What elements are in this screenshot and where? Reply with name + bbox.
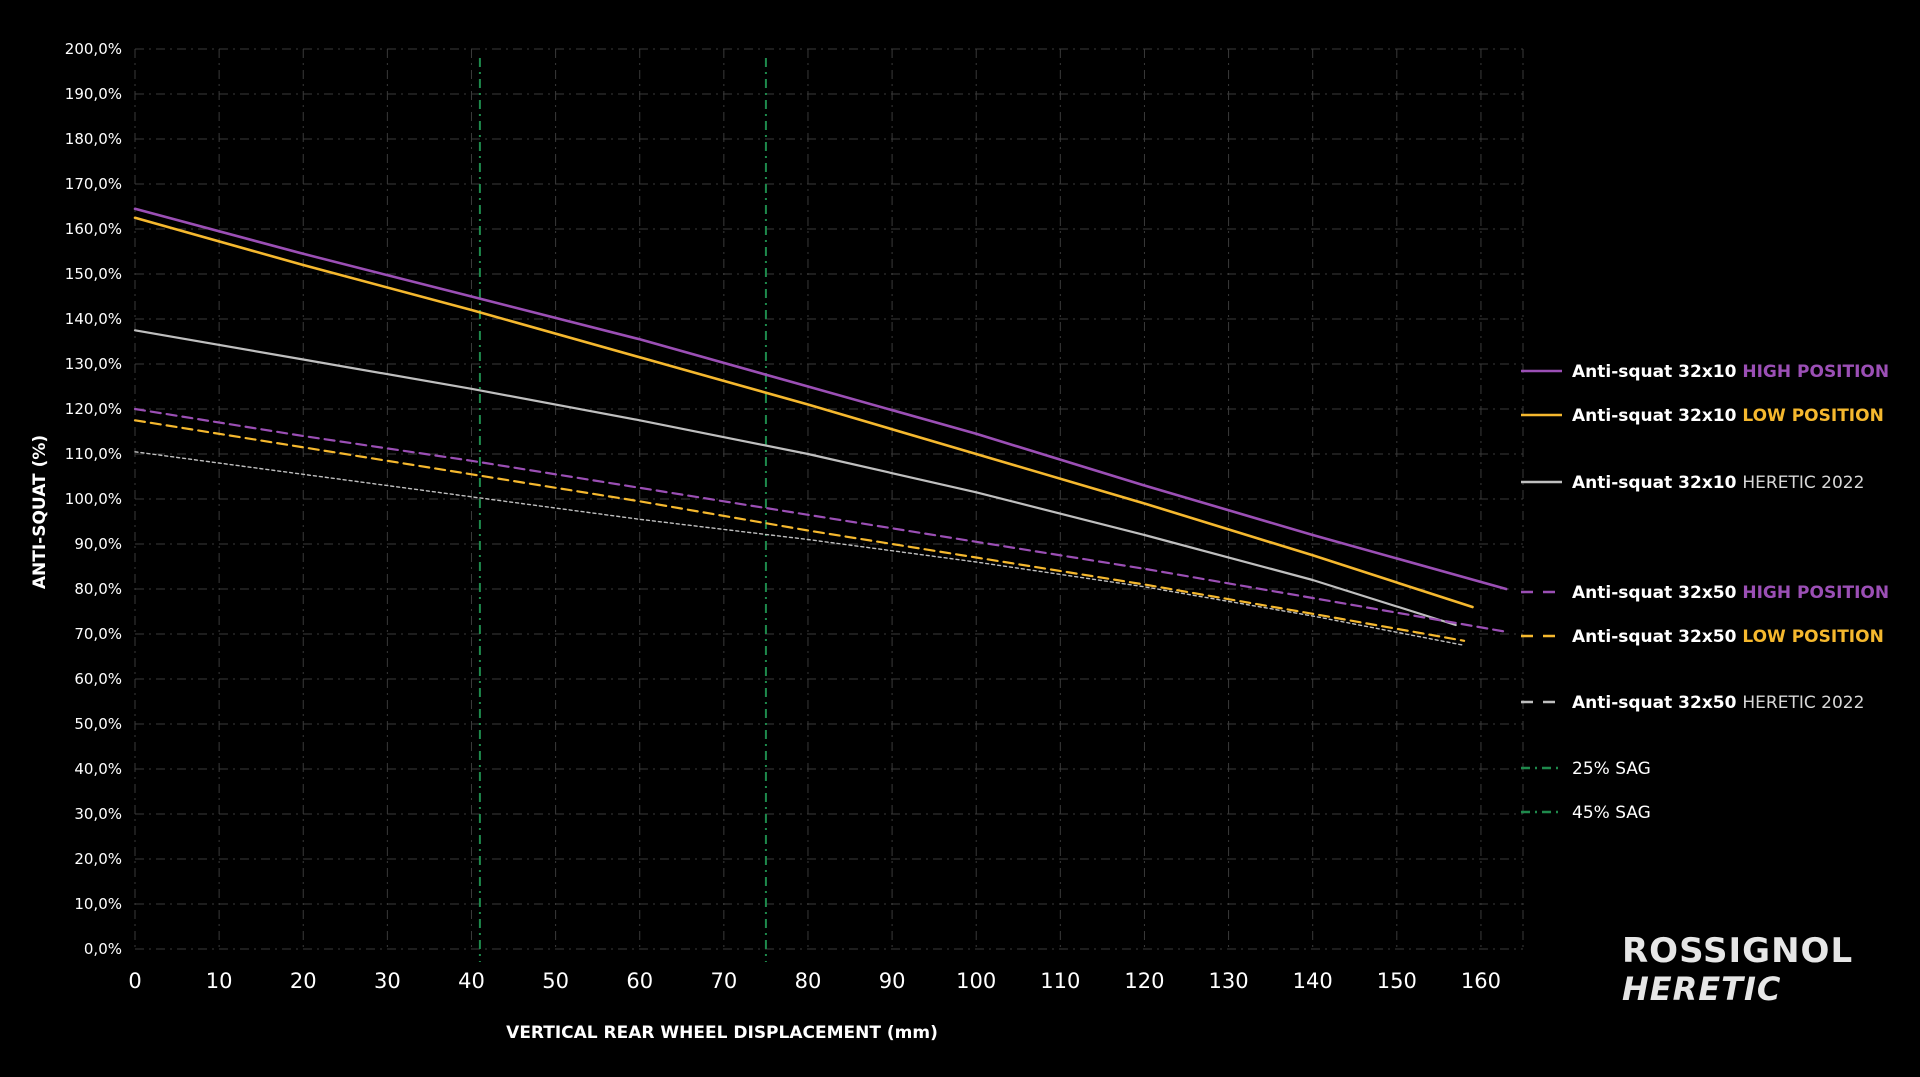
y-tick-label: 100,0% <box>65 490 122 508</box>
y-tick-label: 10,0% <box>74 895 122 913</box>
y-tick-label: 170,0% <box>65 175 122 193</box>
series-line <box>133 407 1508 633</box>
y-tick-label: 70,0% <box>74 625 122 643</box>
x-tick-label: 40 <box>458 969 485 993</box>
y-tick-label: 110,0% <box>65 445 122 463</box>
anti-squat-chart: 0,0% 10,0% 20,0% 30,0% 40,0% 50,0% 60,0% 70,0% 8… <box>30 40 1889 1043</box>
x-tick-label: 140 <box>1293 969 1333 993</box>
y-tick-label: 50,0% <box>74 715 122 733</box>
x-tick-label: 100 <box>956 969 996 993</box>
y-tick-label: 90,0% <box>74 535 122 553</box>
y-tick-label: 60,0% <box>74 670 122 688</box>
x-axis-label: VERTICAL REAR WHEEL DISPLACEMENT (mm) <box>506 1023 938 1043</box>
y-tick-label: 190,0% <box>65 85 122 103</box>
y-tick-label: 30,0% <box>74 805 122 823</box>
y-tick-label: 40,0% <box>74 760 122 778</box>
legend-entry: Anti-squat 32x10 HERETIC 2022 <box>1572 473 1864 493</box>
x-tick-label: 0 <box>128 969 141 993</box>
x-tick-label: 70 <box>710 969 737 993</box>
y-tick-label: 150,0% <box>65 265 122 283</box>
legend-entry: 45% SAG <box>1572 803 1651 823</box>
grid <box>134 48 1524 950</box>
logo-brand: ROSSIGNOL <box>1622 931 1854 971</box>
y-tick-label: 160,0% <box>65 220 122 238</box>
legend-entry: 25% SAG <box>1572 759 1651 779</box>
x-tick-label: 90 <box>879 969 906 993</box>
y-tick-label: 0,0% <box>84 940 122 958</box>
legend-entry: Anti-squat 32x50 HIGH POSITION <box>1572 583 1889 603</box>
y-tick-label: 80,0% <box>74 580 122 598</box>
y-tick-label: 140,0% <box>65 310 122 328</box>
series-lines <box>133 207 1508 646</box>
x-tick-label: 50 <box>542 969 569 993</box>
y-tick-label: 20,0% <box>74 850 122 868</box>
x-tick-label: 30 <box>374 969 401 993</box>
legend-entry: Anti-squat 32x10 HIGH POSITION <box>1572 362 1889 382</box>
series-line <box>134 451 1465 646</box>
x-tick-label: 10 <box>206 969 233 993</box>
logo-model: HERETIC <box>1622 970 1782 1008</box>
x-tick-label: 60 <box>626 969 653 993</box>
sag-lines <box>478 58 767 962</box>
x-tick-label: 160 <box>1461 969 1501 993</box>
y-tick-label: 200,0% <box>65 40 122 58</box>
x-tick-label: 150 <box>1377 969 1417 993</box>
legend: Anti-squat 32x10 HIGH POSITION Anti-squat… <box>1521 362 1889 823</box>
x-axis-ticks: 0 10 20 30 40 50 60 70 80 90 100 110 120 130 140 150 160 <box>128 969 1501 993</box>
x-tick-label: 20 <box>290 969 317 993</box>
x-tick-label: 110 <box>1040 969 1080 993</box>
y-axis-ticks: 0,0% 10,0% 20,0% 30,0% 40,0% 50,0% 60,0% 70,0% 8… <box>65 40 122 958</box>
y-axis-label: ANTI-SQUAT (%) <box>30 435 50 589</box>
y-tick-label: 130,0% <box>65 355 122 373</box>
legend-entry: Anti-squat 32x10 LOW POSITION <box>1572 406 1884 426</box>
x-tick-label: 130 <box>1209 969 1249 993</box>
rossignol-heretic-logo: ROSSIGNOL HERETIC <box>1622 932 1853 1008</box>
legend-entry: Anti-squat 32x50 LOW POSITION <box>1572 627 1884 647</box>
series-line <box>133 216 1474 609</box>
y-tick-label: 120,0% <box>65 400 122 418</box>
x-tick-label: 80 <box>795 969 822 993</box>
x-tick-label: 120 <box>1124 969 1164 993</box>
y-tick-label: 180,0% <box>65 130 122 148</box>
legend-entry: Anti-squat 32x50 HERETIC 2022 <box>1572 693 1864 713</box>
